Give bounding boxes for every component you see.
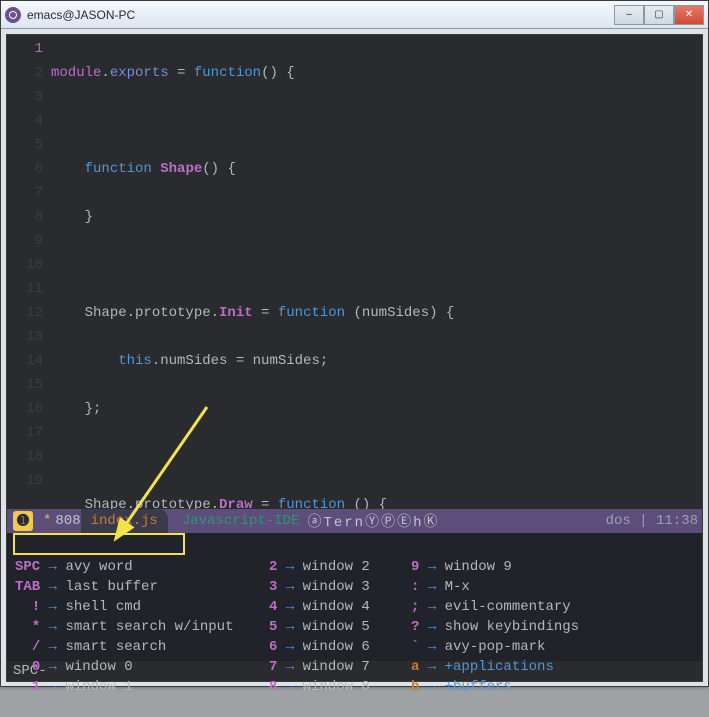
line-number: 13 bbox=[7, 325, 43, 349]
minor-modes: ⓐTernⓎⓅⒺhⓀ bbox=[307, 511, 439, 531]
code-line: Shape.prototype.Draw = function () { bbox=[51, 493, 702, 509]
line-number: 6 bbox=[7, 157, 43, 181]
window-controls: – ▢ ✕ bbox=[614, 5, 704, 25]
wk-desc: last buffer bbox=[65, 579, 157, 595]
line-number: 14 bbox=[7, 349, 43, 373]
code-line bbox=[51, 445, 702, 469]
wk-key[interactable]: ! bbox=[32, 599, 40, 615]
wk-desc: window 9 bbox=[445, 559, 512, 575]
line-number: 8 bbox=[7, 205, 43, 229]
code-line: module.exports = function() { bbox=[51, 61, 702, 85]
code-content[interactable]: module.exports = function() { function S… bbox=[51, 35, 702, 509]
wk-key[interactable]: 2 bbox=[269, 559, 277, 575]
emacs-icon bbox=[5, 7, 21, 23]
wk-desc: window 0 bbox=[65, 659, 132, 675]
line-number: 5 bbox=[7, 133, 43, 157]
window-frame: emacs@JASON-PC – ▢ ✕ 1 2 3 4 5 6 7 8 9 1… bbox=[0, 0, 709, 687]
window-number-badge: ➊ bbox=[13, 511, 33, 531]
wk-desc: window 2 bbox=[303, 559, 370, 575]
buffer-position: 808 bbox=[55, 513, 80, 529]
wk-key[interactable]: 7 bbox=[269, 659, 277, 675]
wk-desc: window 7 bbox=[303, 659, 370, 675]
wk-desc: +applications bbox=[445, 659, 554, 675]
line-number: 7 bbox=[7, 181, 43, 205]
code-line: this.numSides = numSides; bbox=[51, 349, 702, 373]
which-key-panel: SPC → avy word TAB → last buffer ! → she… bbox=[7, 533, 702, 661]
wk-key[interactable]: / bbox=[32, 639, 40, 655]
file-name: index.js bbox=[91, 513, 158, 529]
line-number: 12 bbox=[7, 301, 43, 325]
wk-desc: window 4 bbox=[303, 599, 370, 615]
which-key-col-3: 9 → window 9 : → M-x ; → evil-commentary… bbox=[411, 537, 694, 717]
wk-key[interactable]: TAB bbox=[15, 579, 40, 595]
wk-key[interactable]: 6 bbox=[269, 639, 277, 655]
line-number: 2 bbox=[7, 61, 43, 85]
wk-key[interactable]: 9 bbox=[411, 559, 419, 575]
wk-key[interactable]: 4 bbox=[269, 599, 277, 615]
line-number: 17 bbox=[7, 421, 43, 445]
wk-desc: window 5 bbox=[303, 619, 370, 635]
wk-desc: M-x bbox=[445, 579, 470, 595]
wk-key[interactable]: 5 bbox=[269, 619, 277, 635]
minimize-button[interactable]: – bbox=[614, 5, 644, 25]
which-key-col-1: SPC → avy word TAB → last buffer ! → she… bbox=[15, 537, 269, 717]
major-mode: Javascript-IDE bbox=[182, 513, 300, 529]
modeline[interactable]: ➊ * 808 index.js Javascript-IDE ⓐTernⓎⓅⒺ… bbox=[7, 509, 702, 533]
wk-key[interactable]: ` bbox=[411, 639, 419, 655]
modified-indicator: * bbox=[43, 513, 51, 529]
maximize-button[interactable]: ▢ bbox=[644, 5, 674, 25]
line-number: 15 bbox=[7, 373, 43, 397]
wk-desc: window 3 bbox=[303, 579, 370, 595]
buffer-tab[interactable]: index.js bbox=[81, 509, 168, 533]
wk-key[interactable]: ; bbox=[411, 599, 419, 615]
wk-desc: evil-commentary bbox=[445, 599, 571, 615]
code-line: }; bbox=[51, 397, 702, 421]
wk-key[interactable]: 0 bbox=[32, 659, 40, 675]
wk-key[interactable]: ? bbox=[411, 619, 419, 635]
code-line bbox=[51, 253, 702, 277]
line-number: 16 bbox=[7, 397, 43, 421]
wk-key[interactable]: : bbox=[411, 579, 419, 595]
code-line: function Shape() { bbox=[51, 157, 702, 181]
code-line bbox=[51, 109, 702, 133]
wk-desc: avy-pop-mark bbox=[445, 639, 546, 655]
window-title: emacs@JASON-PC bbox=[27, 8, 614, 22]
wk-desc: smart search w/input bbox=[65, 619, 233, 635]
line-number: 9 bbox=[7, 229, 43, 253]
wk-desc: shell cmd bbox=[65, 599, 141, 615]
which-key-col-2: 2 → window 2 3 → window 3 4 → window 4 5… bbox=[269, 537, 411, 717]
wk-desc: smart search bbox=[65, 639, 166, 655]
editor: 1 2 3 4 5 6 7 8 9 10 11 12 13 14 15 16 1… bbox=[6, 34, 703, 682]
wk-key[interactable]: 3 bbox=[269, 579, 277, 595]
line-number: 10 bbox=[7, 253, 43, 277]
line-number: 4 bbox=[7, 109, 43, 133]
line-number: 11 bbox=[7, 277, 43, 301]
wk-key[interactable]: SPC bbox=[15, 559, 40, 575]
line-number: 1 bbox=[7, 37, 43, 61]
wk-key[interactable]: a bbox=[411, 659, 419, 675]
wk-desc: window 6 bbox=[303, 639, 370, 655]
titlebar[interactable]: emacs@JASON-PC – ▢ ✕ bbox=[1, 1, 708, 29]
line-number: 18 bbox=[7, 445, 43, 469]
close-button[interactable]: ✕ bbox=[674, 5, 704, 25]
line-number: 19 bbox=[7, 469, 43, 493]
code-line: } bbox=[51, 205, 702, 229]
modeline-right: dos | 11:38 bbox=[606, 513, 702, 529]
wk-key[interactable]: * bbox=[32, 619, 40, 635]
wk-desc: show keybindings bbox=[445, 619, 579, 635]
line-number: 3 bbox=[7, 85, 43, 109]
code-area[interactable]: 1 2 3 4 5 6 7 8 9 10 11 12 13 14 15 16 1… bbox=[7, 35, 702, 509]
line-number-gutter: 1 2 3 4 5 6 7 8 9 10 11 12 13 14 15 16 1… bbox=[7, 35, 51, 509]
code-line: Shape.prototype.Init = function (numSide… bbox=[51, 301, 702, 325]
wk-desc: avy word bbox=[65, 559, 132, 575]
